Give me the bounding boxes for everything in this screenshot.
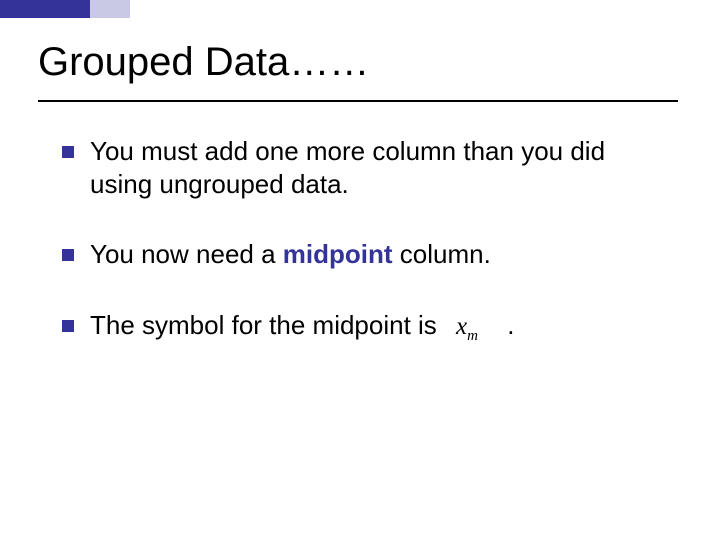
accent-light-segment xyxy=(90,0,130,18)
accent-dark-segment xyxy=(0,0,90,18)
bullet-item: You now need a midpoint column. xyxy=(62,238,662,271)
square-bullet-icon xyxy=(62,146,74,158)
bullet-text: The symbol for the midpoint is xm . xyxy=(90,309,662,346)
square-bullet-icon xyxy=(62,320,74,332)
top-accent-bar xyxy=(0,0,720,18)
bullet2-pre: You now need a xyxy=(90,239,283,269)
title-underline xyxy=(38,100,678,102)
slide-body: You must add one more column than you di… xyxy=(62,135,662,383)
midpoint-highlight: midpoint xyxy=(283,239,393,269)
bullet-text: You now need a midpoint column. xyxy=(90,238,662,271)
bullet3-period: . xyxy=(507,310,514,340)
midpoint-symbol: xm xyxy=(456,313,478,340)
square-bullet-icon xyxy=(62,249,74,261)
slide-title: Grouped Data…… xyxy=(38,40,369,85)
symbol-x: x xyxy=(456,313,467,340)
bullet-text: You must add one more column than you di… xyxy=(90,135,662,200)
bullet2-post: column. xyxy=(393,239,491,269)
bullet3-pre: The symbol for the midpoint is xyxy=(90,310,444,340)
symbol-sub-m: m xyxy=(467,328,478,344)
bullet-item: The symbol for the midpoint is xm . xyxy=(62,309,662,346)
slide: Grouped Data…… You must add one more col… xyxy=(0,0,720,540)
bullet-item: You must add one more column than you di… xyxy=(62,135,662,200)
